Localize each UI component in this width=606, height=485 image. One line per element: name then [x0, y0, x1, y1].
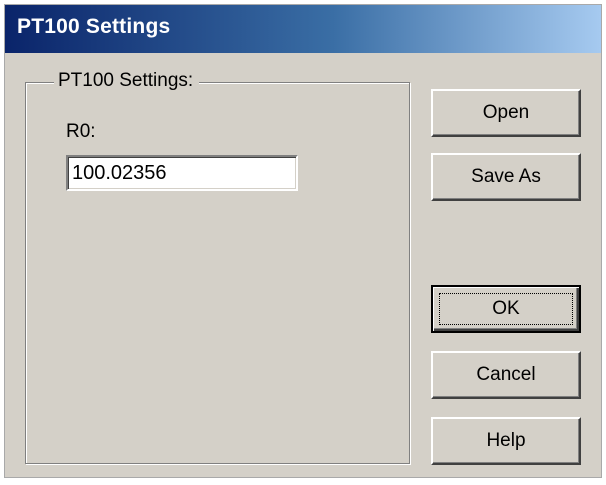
group-title: PT100 Settings:: [54, 70, 200, 92]
pt100-settings-group: PT100 Settings: R0:: [25, 70, 410, 464]
cancel-button[interactable]: Cancel: [431, 351, 581, 399]
cancel-button-label: Cancel: [476, 364, 536, 385]
pt100-settings-dialog: PT100 Settings PT100 Settings: R0: Open …: [4, 4, 602, 478]
help-button[interactable]: Help: [431, 417, 581, 465]
title-bar[interactable]: PT100 Settings: [5, 5, 601, 53]
save-as-button[interactable]: Save As: [431, 153, 581, 201]
open-button-label: Open: [482, 102, 530, 123]
save-as-button-label: Save As: [471, 166, 541, 187]
r0-label: R0:: [66, 121, 96, 142]
ok-button-label: OK: [492, 298, 520, 319]
help-button-label: Help: [486, 430, 526, 451]
open-button[interactable]: Open: [431, 89, 581, 137]
r0-input[interactable]: [66, 155, 298, 191]
window-title: PT100 Settings: [17, 15, 171, 38]
ok-button[interactable]: OK: [431, 285, 581, 333]
